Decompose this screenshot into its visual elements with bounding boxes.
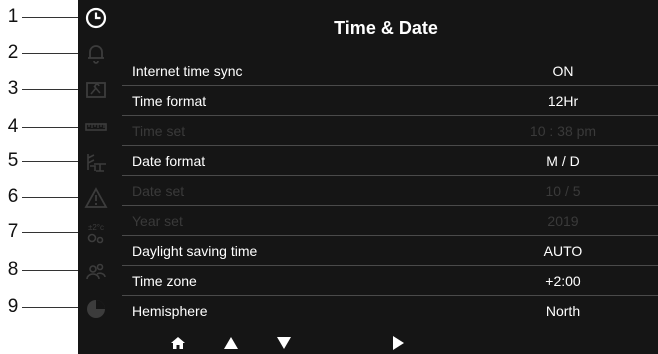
pie-chart-icon[interactable] <box>83 296 109 322</box>
setting-row-internet-time-sync[interactable]: Internet time sync ON <box>122 56 658 86</box>
setting-value: 12Hr <box>547 92 579 109</box>
setting-row-time-zone[interactable]: Time zone +2:00 <box>122 266 658 296</box>
device-screen: ±2°c Time & Date Internet time sync ON T… <box>78 0 658 354</box>
settings-list: Internet time sync ON Time format 12Hr T… <box>122 56 658 325</box>
callout-number: 6 <box>7 186 19 207</box>
temperature-gear-icon[interactable]: ±2°c <box>83 221 109 247</box>
bottom-nav-bar <box>78 332 658 354</box>
callout-line <box>22 270 78 271</box>
setting-value: +2:00 <box>545 272 581 289</box>
clock-icon[interactable] <box>83 5 109 31</box>
setting-label: Time format <box>132 92 207 109</box>
antenna-icon[interactable] <box>83 149 109 175</box>
callout-line <box>22 307 78 308</box>
setting-value: 10 : 38 pm <box>529 122 597 139</box>
setting-value: AUTO <box>543 242 583 259</box>
ruler-icon[interactable] <box>83 114 109 140</box>
callout-line <box>22 161 78 162</box>
setting-label: Date format <box>132 152 206 169</box>
callout-number: 3 <box>7 78 19 99</box>
right-arrow-icon[interactable] <box>388 334 408 352</box>
setting-label: Date set <box>132 182 185 199</box>
setting-row-hemisphere[interactable]: Hemisphere North <box>122 296 658 325</box>
setting-label: Internet time sync <box>132 62 243 79</box>
callout-number: 8 <box>7 259 19 280</box>
setting-row-time-set: Time set 10 : 38 pm <box>122 116 658 146</box>
up-arrow-icon[interactable] <box>221 334 241 352</box>
setting-label: Hemisphere <box>132 302 208 319</box>
setting-row-date-set: Date set 10 / 5 <box>122 176 658 206</box>
setting-row-year-set: Year set 2019 <box>122 206 658 236</box>
temperature-offset-label: ±2°c <box>88 223 104 232</box>
callout-line <box>22 197 78 198</box>
sidebar: ±2°c <box>78 0 114 334</box>
setting-value: North <box>545 302 581 319</box>
callout-number: 9 <box>7 296 19 317</box>
setting-label: Time zone <box>132 272 197 289</box>
callout-line <box>22 232 78 233</box>
bell-icon[interactable] <box>83 40 109 66</box>
setting-label: Daylight saving time <box>132 242 258 259</box>
callout-number: 2 <box>7 42 19 63</box>
setting-label: Year set <box>132 212 183 229</box>
callout-line <box>22 53 78 54</box>
callout-line <box>22 127 78 128</box>
setting-value: 10 / 5 <box>545 182 581 199</box>
users-icon[interactable] <box>83 258 109 284</box>
page-title: Time & Date <box>334 18 438 38</box>
warning-icon[interactable] <box>83 185 109 211</box>
down-arrow-icon[interactable] <box>274 334 294 352</box>
home-icon[interactable] <box>168 334 188 352</box>
setting-value: M / D <box>546 152 580 169</box>
tools-icon[interactable] <box>83 77 109 103</box>
callout-number: 4 <box>7 116 19 137</box>
setting-row-date-format[interactable]: Date format M / D <box>122 146 658 176</box>
setting-row-daylight-saving-time[interactable]: Daylight saving time AUTO <box>122 236 658 266</box>
setting-label: Time set <box>132 122 186 139</box>
setting-value: 2019 <box>547 212 579 229</box>
callout-number: 5 <box>7 150 19 171</box>
setting-value: ON <box>552 62 574 79</box>
callout-number: 7 <box>7 221 19 242</box>
setting-row-time-format[interactable]: Time format 12Hr <box>122 86 658 116</box>
callout-number: 1 <box>7 6 19 27</box>
callout-line <box>22 89 78 90</box>
callout-line <box>22 17 78 18</box>
